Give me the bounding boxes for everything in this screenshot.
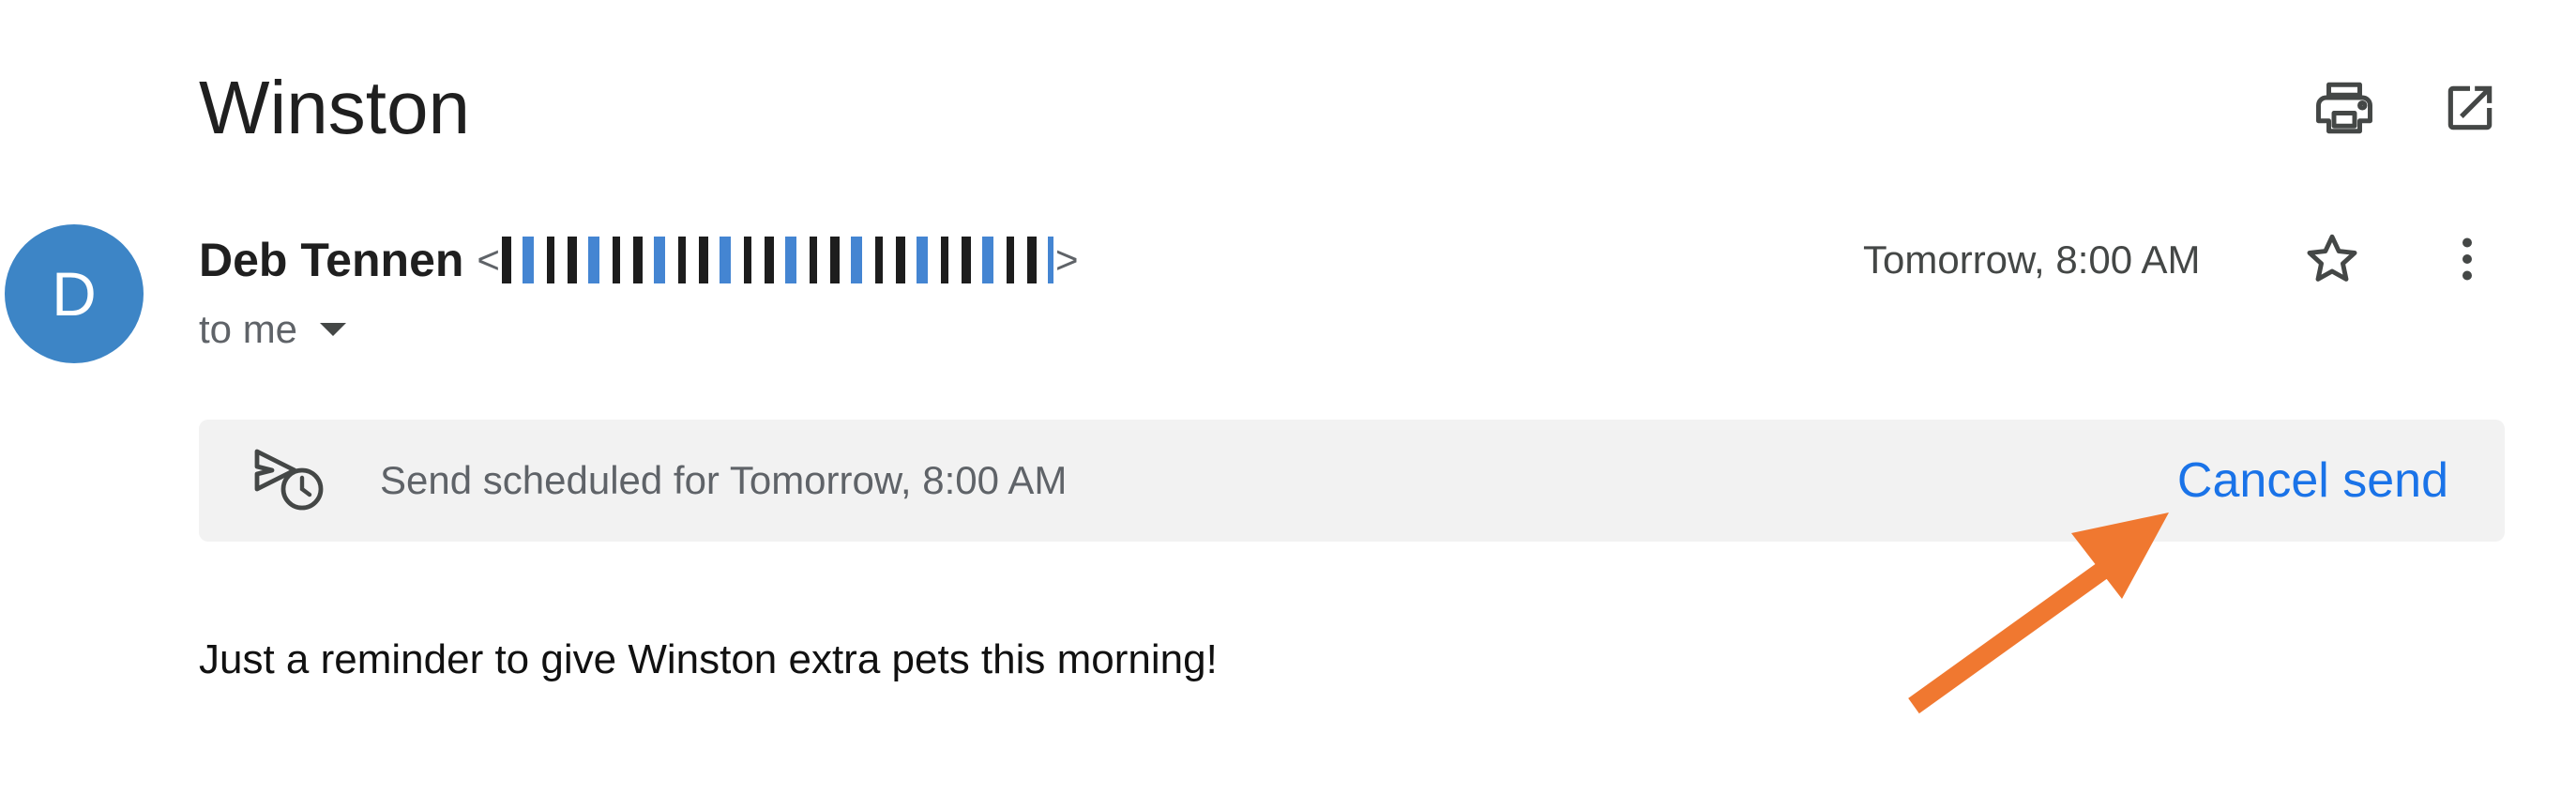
printer-icon-graphic [2316, 82, 2372, 134]
email-bracket-close: > [1054, 237, 1079, 282]
star-icon[interactable] [2295, 222, 2370, 297]
email-bracket-open: < [477, 237, 500, 282]
redacted-email-address [501, 237, 1053, 283]
sender-avatar[interactable]: D [5, 224, 144, 363]
open-in-new-icon[interactable] [2428, 66, 2512, 150]
star-outline-icon [2307, 234, 2357, 282]
caret-down-icon [320, 323, 347, 336]
more-vert-icon-graphic [2462, 237, 2472, 281]
message-body: Just a reminder to give Winston extra pe… [199, 636, 1218, 682]
open-in-new-icon-graphic [2447, 85, 2493, 130]
scheduled-send-banner: Send scheduled for Tomorrow, 8:00 AM Can… [199, 420, 2505, 542]
more-vert-icon[interactable] [2430, 222, 2505, 297]
recipients-dropdown[interactable]: to me [199, 298, 347, 360]
sender-name[interactable]: Deb Tennen [199, 233, 463, 287]
arrow-shaft [1908, 555, 2118, 714]
avatar-letter: D [52, 259, 97, 329]
message-timestamp: Tomorrow, 8:00 AM [1863, 237, 2201, 282]
recipients-label: to me [199, 307, 298, 351]
email-subject: Winston [199, 66, 470, 149]
printer-icon[interactable] [2302, 66, 2387, 150]
schedule-send-icon [254, 449, 324, 511]
sender-line: Deb Tennen < > [199, 227, 1078, 293]
cancel-send-button[interactable]: Cancel send [2177, 420, 2448, 542]
scheduled-send-text: Send scheduled for Tomorrow, 8:00 AM [380, 458, 1068, 502]
